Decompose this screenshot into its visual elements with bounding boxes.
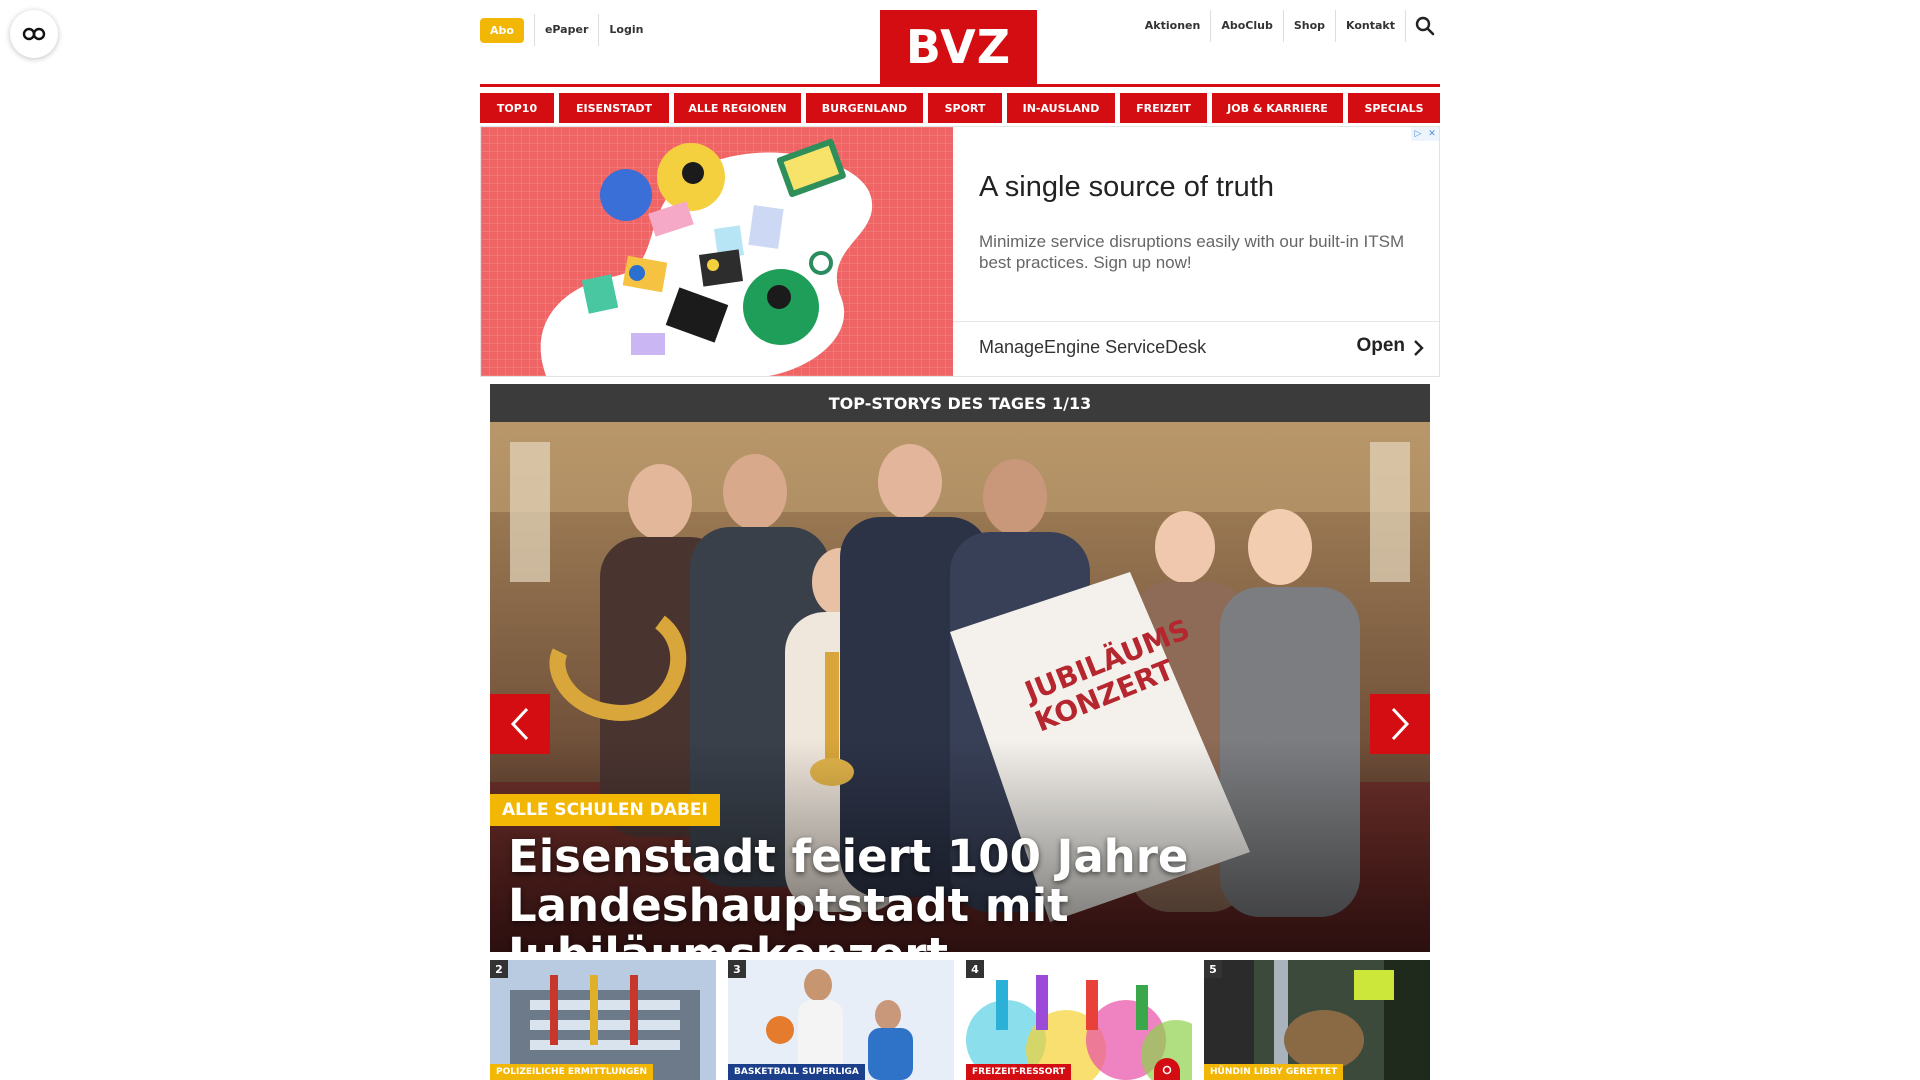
thumb-tag: BASKETBALL SUPERLIGA xyxy=(728,1064,865,1080)
thumb-image xyxy=(728,960,954,1080)
hero-headline[interactable]: Eisenstadt feiert 100 Jahre Landeshaupts… xyxy=(508,832,1408,952)
ad-divider xyxy=(953,321,1439,322)
hero-story[interactable]: JUBILÄUMS KONZERT ALLE SCHULEN DABEI Eis… xyxy=(490,422,1430,952)
aktionen-link[interactable]: Aktionen xyxy=(1135,10,1211,42)
page-container: Abo ePaper Login BVZ Aktionen AboClub Sh… xyxy=(480,0,1440,1080)
thumb-number: 5 xyxy=(1204,960,1222,978)
nav-item-sport[interactable]: SPORT xyxy=(928,93,1002,123)
carousel-prev-button[interactable] xyxy=(490,694,550,754)
nav-item-eisenstadt[interactable]: EISENSTADT xyxy=(559,93,669,123)
thumb-image xyxy=(1204,960,1430,1080)
ad-open-button[interactable]: Open xyxy=(1356,335,1405,357)
carousel-next-button[interactable] xyxy=(1370,694,1430,754)
accessibility-button[interactable] xyxy=(10,10,58,58)
top-stories-carousel: TOP-STORYS DES TAGES 1/13 ALLE SCHULEN D… xyxy=(490,384,1430,952)
story-thumb[interactable]: 4 FREIZEIT-RESSORT xyxy=(966,960,1192,1080)
advertisement[interactable]: ▷ ✕ A single source of truth Minimize se… xyxy=(480,126,1440,377)
story-thumb[interactable]: 5 HÜNDIN LIBBY GERETTET xyxy=(1204,960,1430,1080)
chevron-right-icon xyxy=(1391,707,1410,741)
ad-sponsor: ManageEngine ServiceDesk xyxy=(979,337,1207,357)
thumb-tag: POLIZEILICHE ERMITTLUNGEN xyxy=(490,1064,654,1080)
accessibility-icon xyxy=(22,27,46,41)
ad-body[interactable]: ▷ ✕ A single source of truth Minimize se… xyxy=(953,127,1439,376)
thumb-tag: HÜNDIN LIBBY GERETTET xyxy=(1204,1064,1344,1080)
nav-item-specials[interactable]: SPECIALS xyxy=(1348,93,1440,123)
nav-item-freizeit[interactable]: FREIZEIT xyxy=(1120,93,1207,123)
bvz-logo[interactable]: BVZ xyxy=(880,10,1037,84)
search-icon[interactable] xyxy=(1410,10,1440,42)
abo-button[interactable]: Abo xyxy=(480,17,524,43)
aboclub-link[interactable]: AboClub xyxy=(1211,10,1283,42)
ad-illustration[interactable] xyxy=(481,127,953,376)
epaper-link[interactable]: ePaper xyxy=(535,14,598,46)
utility-nav-left: Abo ePaper Login xyxy=(480,14,653,46)
nav-item-job-karriere[interactable]: JOB & KARRIERE xyxy=(1212,93,1343,123)
nav-item-in-ausland[interactable]: IN-AUSLAND xyxy=(1007,93,1115,123)
chevron-left-icon xyxy=(510,707,529,741)
story-thumb[interactable]: 3 BASKETBALL SUPERLIGA xyxy=(728,960,954,1080)
ad-choices[interactable]: ▷ ✕ xyxy=(1411,127,1439,141)
nav-item-burgenland[interactable]: BURGENLAND xyxy=(806,93,923,123)
shop-link[interactable]: Shop xyxy=(1284,10,1335,42)
ad-title[interactable]: A single source of truth xyxy=(979,171,1274,204)
top-stories-heading: TOP-STORYS DES TAGES 1/13 xyxy=(490,384,1430,422)
story-thumb[interactable]: 2 POLIZEILICHE ERMITTLUNGEN xyxy=(490,960,716,1080)
utility-nav-right: Aktionen AboClub Shop Kontakt xyxy=(1135,10,1440,42)
kontakt-link[interactable]: Kontakt xyxy=(1336,10,1405,42)
main-nav: TOP10 EISENSTADT ALLE REGIONEN BURGENLAN… xyxy=(480,93,1440,123)
site-header: Abo ePaper Login BVZ Aktionen AboClub Sh… xyxy=(480,0,1440,84)
thumb-tag: FREIZEIT-RESSORT xyxy=(966,1064,1072,1080)
thumb-number: 2 xyxy=(490,960,508,978)
divider xyxy=(1405,10,1406,42)
thumb-image xyxy=(490,960,716,1080)
adchoices-icon[interactable]: ▷ xyxy=(1411,127,1425,141)
chevron-right-icon[interactable] xyxy=(1413,339,1425,357)
hero-kicker[interactable]: ALLE SCHULEN DABEI xyxy=(490,794,720,826)
camera-icon xyxy=(1154,1058,1180,1080)
nav-item-top10[interactable]: TOP10 xyxy=(480,93,554,123)
nav-item-alle-regionen[interactable]: ALLE REGIONEN xyxy=(674,93,801,123)
close-icon[interactable]: ✕ xyxy=(1425,127,1439,141)
thumb-number: 4 xyxy=(966,960,984,978)
story-thumbnails: 2 POLIZEILICHE ERMITTLUNGEN 3 BASKETBALL… xyxy=(490,960,1430,1080)
header-rule xyxy=(480,84,1440,87)
thumb-number: 3 xyxy=(728,960,746,978)
login-link[interactable]: Login xyxy=(599,14,653,46)
ad-description: Minimize service disruptions easily with… xyxy=(979,232,1405,272)
